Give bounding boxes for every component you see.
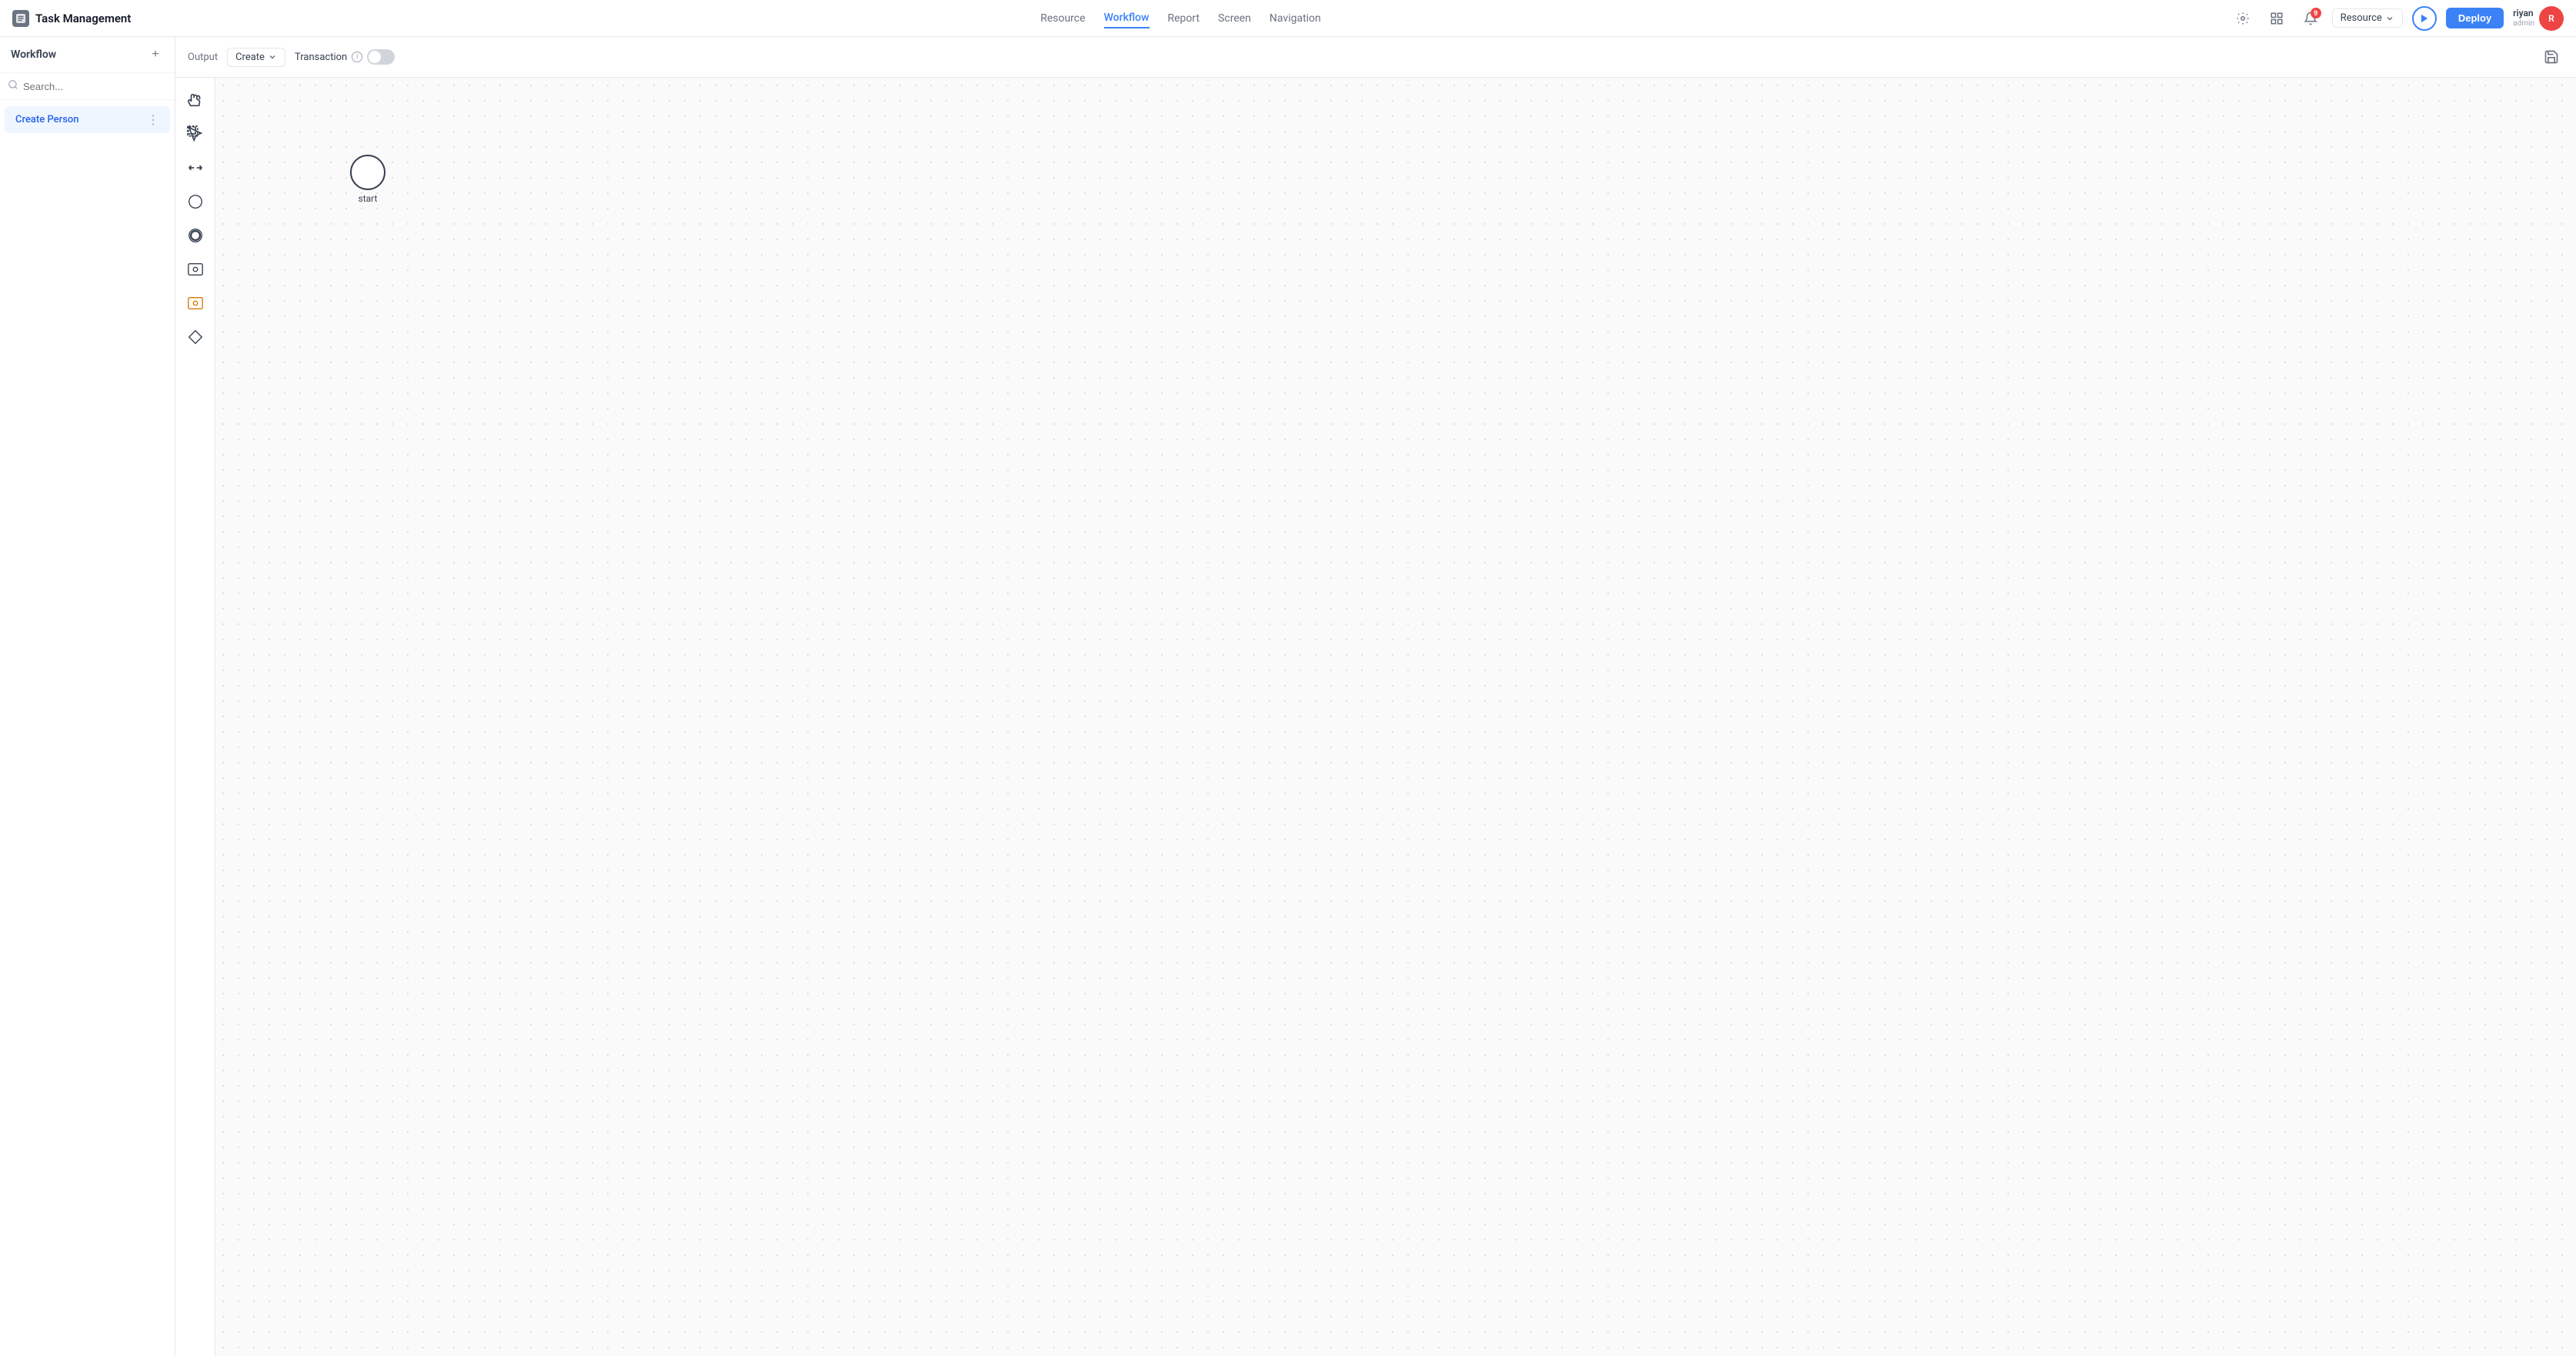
output-label: Output — [188, 52, 218, 63]
run-button[interactable] — [2412, 6, 2437, 31]
nav-item-screen[interactable]: Screen — [1218, 9, 1251, 28]
main-layout: Workflow + Create Person ⋮ Output Create — [0, 37, 2576, 1356]
save-button[interactable] — [2539, 45, 2564, 69]
start-node[interactable]: start — [350, 155, 385, 204]
nav-item-navigation[interactable]: Navigation — [1270, 9, 1321, 28]
user-info: riyan admin — [2513, 8, 2534, 28]
transaction-control: Transaction i — [295, 49, 395, 65]
user-name: riyan — [2513, 8, 2534, 18]
notification-badge: 9 — [2311, 8, 2321, 18]
select-tool-button[interactable] — [181, 119, 210, 149]
sidebar-search — [0, 73, 175, 100]
grid-button[interactable] — [2264, 6, 2289, 31]
deploy-button[interactable]: Deploy — [2446, 8, 2504, 28]
sidebar-title: Workflow — [11, 48, 56, 61]
sidebar: Workflow + Create Person ⋮ — [0, 37, 175, 1356]
transaction-label: Transaction — [295, 52, 347, 63]
header-right: 9 Resource Deploy riyan admin R — [2231, 6, 2564, 31]
user-role: admin — [2513, 19, 2534, 28]
nav-item-workflow[interactable]: Workflow — [1104, 8, 1150, 28]
toggle-knob — [369, 51, 381, 63]
space-tool-button[interactable] — [181, 153, 210, 182]
resource-dropdown-label: Resource — [2341, 12, 2382, 24]
sidebar-item-label: Create Person — [15, 114, 79, 125]
search-icon — [8, 79, 18, 93]
sidebar-item-menu-icon[interactable]: ⋮ — [147, 112, 159, 127]
start-node-label: start — [359, 193, 378, 204]
hand-tool-button[interactable] — [181, 85, 210, 115]
start-node-circle — [350, 155, 385, 190]
transaction-toggle[interactable] — [367, 49, 395, 65]
settings-button[interactable] — [2231, 6, 2255, 31]
sidebar-item-create-person[interactable]: Create Person ⋮ — [5, 106, 170, 133]
main-nav: Resource Workflow Report Screen Navigati… — [1040, 8, 1321, 28]
nav-item-resource[interactable]: Resource — [1040, 9, 1085, 28]
user-profile[interactable]: riyan admin R — [2513, 6, 2564, 31]
app-title: Task Management — [35, 12, 131, 25]
canvas-container: start — [175, 78, 2576, 1356]
gateway-button[interactable] — [181, 322, 210, 352]
toolbar: Output Create Transaction i — [175, 37, 2576, 78]
resource-dropdown[interactable]: Resource — [2332, 8, 2403, 28]
end-event-button[interactable] — [181, 221, 210, 250]
sidebar-header: Workflow + — [0, 37, 175, 73]
search-input[interactable] — [23, 81, 167, 92]
nav-item-report[interactable]: Report — [1168, 9, 1200, 28]
header-left: Task Management — [12, 10, 131, 27]
workflow-canvas[interactable]: start — [215, 78, 2576, 1356]
header: Task Management Resource Workflow Report… — [0, 0, 2576, 37]
create-dropdown[interactable]: Create — [227, 48, 285, 67]
task-alt-button[interactable] — [181, 289, 210, 318]
notification-button[interactable]: 9 — [2298, 6, 2323, 31]
start-event-button[interactable] — [181, 187, 210, 216]
sidebar-add-button[interactable]: + — [147, 46, 164, 63]
transaction-info-icon[interactable]: i — [352, 52, 362, 62]
create-dropdown-label: Create — [235, 52, 265, 63]
app-logo — [12, 10, 29, 27]
task-button[interactable] — [181, 255, 210, 284]
tool-panel — [175, 78, 215, 1356]
user-avatar[interactable]: R — [2539, 6, 2564, 31]
